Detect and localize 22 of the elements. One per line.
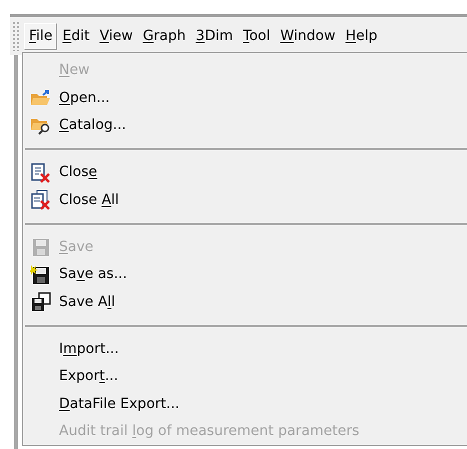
floppy-disks-icon <box>30 292 52 312</box>
menu-entry[interactable]: Import... <box>23 336 467 363</box>
menu-item[interactable]: Help <box>340 22 382 50</box>
menu-entry[interactable]: Close <box>23 159 467 186</box>
menu-item[interactable]: Tool <box>238 22 276 50</box>
menu-item[interactable]: File <box>24 22 58 50</box>
menu-entry[interactable]: Open... <box>23 84 467 112</box>
documents-x-icon <box>30 190 52 210</box>
menu-entry[interactable]: Export... <box>23 363 467 390</box>
menu-item[interactable]: 3Dim <box>190 22 238 50</box>
menu-entry[interactable]: Catalog... <box>23 112 467 140</box>
menu-item[interactable]: Graph <box>138 22 191 50</box>
menu-entry[interactable]: Close All <box>23 186 467 214</box>
menu-item[interactable]: Window <box>275 22 340 50</box>
menu-item[interactable]: View <box>94 22 138 50</box>
document-x-icon <box>30 162 52 183</box>
menu-entry[interactable]: Save All <box>23 288 467 316</box>
toolbar-grip[interactable] <box>12 21 20 51</box>
menu-entry[interactable]: DataFile Export... <box>23 390 467 418</box>
open-folder-icon <box>30 89 52 108</box>
menu-item[interactable]: Edit <box>57 22 95 50</box>
menu-entry[interactable]: Save as... <box>23 261 467 288</box>
